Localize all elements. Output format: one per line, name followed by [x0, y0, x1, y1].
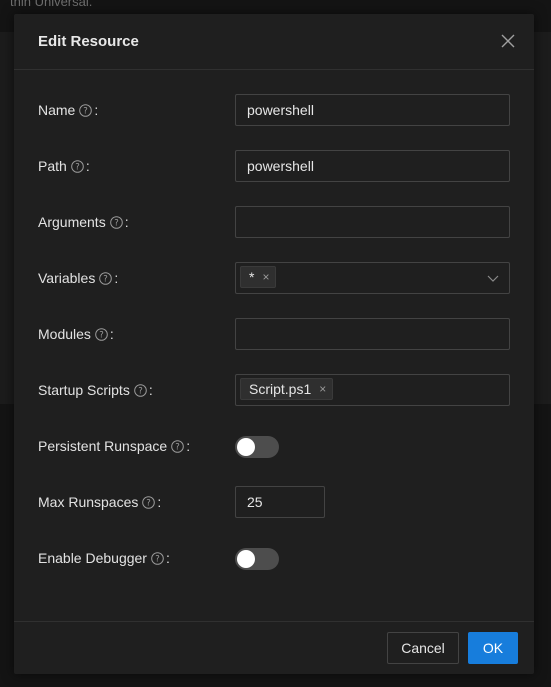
help-icon[interactable]: ? — [151, 551, 164, 565]
label-colon: : — [114, 270, 119, 286]
arguments-row: Arguments ? : — [38, 206, 510, 238]
modal-header: Edit Resource — [14, 14, 534, 70]
edit-resource-modal: Edit Resource Name ? : powershell Path ?… — [14, 14, 534, 674]
toggle-knob — [237, 438, 255, 456]
enable-debugger-row: Enable Debugger ? : — [38, 542, 510, 574]
label-colon: : — [157, 494, 162, 510]
name-input[interactable]: powershell — [235, 94, 510, 126]
svg-text:?: ? — [114, 218, 119, 228]
persistent-runspace-label-text: Persistent Runspace — [38, 438, 168, 454]
modules-input[interactable] — [235, 318, 510, 350]
persistent-runspace-label: Persistent Runspace ? : — [38, 438, 190, 454]
persistent-runspace-row: Persistent Runspace ? : — [38, 430, 510, 462]
max-runspaces-input[interactable]: 25 — [235, 486, 325, 518]
modal-title: Edit Resource — [38, 33, 139, 50]
help-icon[interactable]: ? — [134, 383, 147, 397]
svg-text:?: ? — [147, 498, 152, 508]
path-row: Path ? : powershell — [38, 150, 510, 182]
max-runspaces-row: Max Runspaces ? : 25 — [38, 486, 510, 518]
label-colon: : — [109, 326, 114, 342]
max-runspaces-label: Max Runspaces ? : — [38, 494, 161, 510]
help-icon[interactable]: ? — [95, 327, 108, 341]
startup-scripts-row: Startup Scripts ? : Script.ps1 × — [38, 374, 510, 406]
enable-debugger-label: Enable Debugger ? : — [38, 550, 170, 566]
variables-label-text: Variables — [38, 270, 96, 286]
help-icon[interactable]: ? — [171, 439, 184, 453]
path-input[interactable]: powershell — [235, 150, 510, 182]
modules-label: Modules ? : — [38, 326, 114, 342]
startup-scripts-label-text: Startup Scripts — [38, 382, 130, 398]
ok-button[interactable]: OK — [468, 632, 518, 664]
arguments-label: Arguments ? : — [38, 214, 129, 230]
variables-label: Variables ? : — [38, 270, 118, 286]
enable-debugger-toggle[interactable] — [235, 548, 279, 570]
svg-text:?: ? — [175, 442, 180, 452]
enable-debugger-label-text: Enable Debugger — [38, 550, 147, 566]
modules-label-text: Modules — [38, 326, 91, 342]
arguments-label-text: Arguments — [38, 214, 106, 230]
help-icon[interactable]: ? — [99, 271, 113, 285]
arguments-input[interactable] — [235, 206, 510, 238]
cancel-button[interactable]: Cancel — [387, 632, 459, 664]
startup-script-tag: Script.ps1 × — [240, 378, 334, 400]
svg-text:?: ? — [138, 386, 143, 396]
max-runspaces-label-text: Max Runspaces — [38, 494, 139, 510]
svg-text:?: ? — [99, 330, 104, 340]
name-row: Name ? : powershell — [38, 94, 510, 126]
label-colon: : — [94, 102, 99, 118]
svg-text:?: ? — [155, 554, 160, 564]
modal-footer: Cancel OK — [14, 621, 534, 674]
background-text: thin Universal. — [10, 0, 93, 9]
chevron-down-icon[interactable] — [487, 272, 499, 284]
persistent-runspace-toggle[interactable] — [235, 436, 279, 458]
tag-remove-icon[interactable]: × — [319, 382, 326, 396]
variables-tag: * × — [240, 266, 277, 288]
help-icon[interactable]: ? — [79, 103, 93, 117]
name-label: Name ? : — [38, 102, 98, 118]
label-colon: : — [165, 550, 170, 566]
label-colon: : — [148, 382, 153, 398]
path-label-text: Path — [38, 158, 67, 174]
tag-remove-icon[interactable]: × — [262, 270, 269, 284]
variables-tag-label: * — [249, 269, 255, 285]
startup-scripts-label: Startup Scripts ? : — [38, 382, 153, 398]
svg-text:?: ? — [75, 162, 80, 172]
toggle-knob — [237, 550, 255, 568]
startup-script-tag-label: Script.ps1 — [249, 381, 312, 397]
path-label: Path ? : — [38, 158, 90, 174]
startup-scripts-select[interactable]: Script.ps1 × — [235, 374, 510, 406]
svg-text:?: ? — [104, 274, 109, 284]
help-icon[interactable]: ? — [71, 159, 84, 173]
label-colon: : — [124, 214, 129, 230]
label-colon: : — [85, 158, 90, 174]
variables-select[interactable]: * × — [235, 262, 510, 294]
name-label-text: Name — [38, 102, 76, 118]
modules-row: Modules ? : — [38, 318, 510, 350]
svg-text:?: ? — [84, 106, 89, 116]
help-icon[interactable]: ? — [109, 215, 123, 229]
variables-row: Variables ? : * × — [38, 262, 510, 294]
close-icon[interactable] — [500, 33, 516, 49]
help-icon[interactable]: ? — [142, 495, 156, 509]
label-colon: : — [186, 438, 191, 454]
